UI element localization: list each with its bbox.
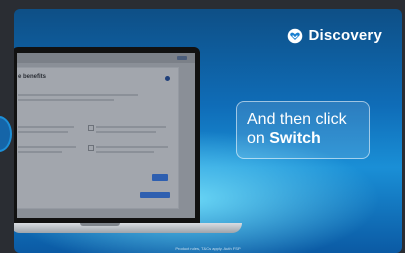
text-line	[18, 126, 74, 128]
callout-line-2: on Switch	[247, 129, 359, 148]
laptop-base	[14, 223, 242, 233]
callout-line-1: And then click	[247, 111, 347, 128]
continue-button	[140, 192, 170, 198]
dialog-title: e benefits	[18, 74, 47, 80]
text-line	[18, 99, 114, 101]
callout-line-2-prefix: on	[247, 130, 270, 147]
switch-button	[152, 174, 168, 181]
text-line	[18, 146, 76, 148]
laptop-notch	[80, 223, 120, 226]
text-line	[96, 151, 154, 153]
option-checkbox	[88, 125, 94, 131]
text-line	[96, 131, 156, 133]
discovery-heart-icon	[288, 28, 303, 43]
text-line	[18, 94, 138, 96]
video-slide: Discovery e benefits And then click on S…	[14, 9, 402, 253]
screen-topbar-button	[177, 56, 187, 60]
laptop-screen: e benefits	[14, 47, 200, 224]
dialog-indicator	[165, 76, 170, 81]
callout-switch-emphasis: Switch	[269, 130, 321, 147]
brand-name: Discovery	[308, 27, 382, 44]
text-line	[96, 126, 166, 128]
screen-topbar	[17, 53, 195, 63]
option-checkbox	[88, 145, 94, 151]
screen-content: e benefits	[17, 53, 195, 218]
brand-logo: Discovery	[287, 27, 382, 44]
legal-footnote: Product rules, T&Cs apply. Auth FSP	[175, 246, 241, 251]
text-line	[96, 146, 168, 148]
instruction-callout: And then click on Switch	[236, 101, 370, 159]
text-line	[18, 151, 62, 153]
text-line	[18, 131, 68, 133]
benefits-dialog: e benefits	[17, 67, 179, 209]
previous-slide-button[interactable]	[0, 116, 12, 152]
